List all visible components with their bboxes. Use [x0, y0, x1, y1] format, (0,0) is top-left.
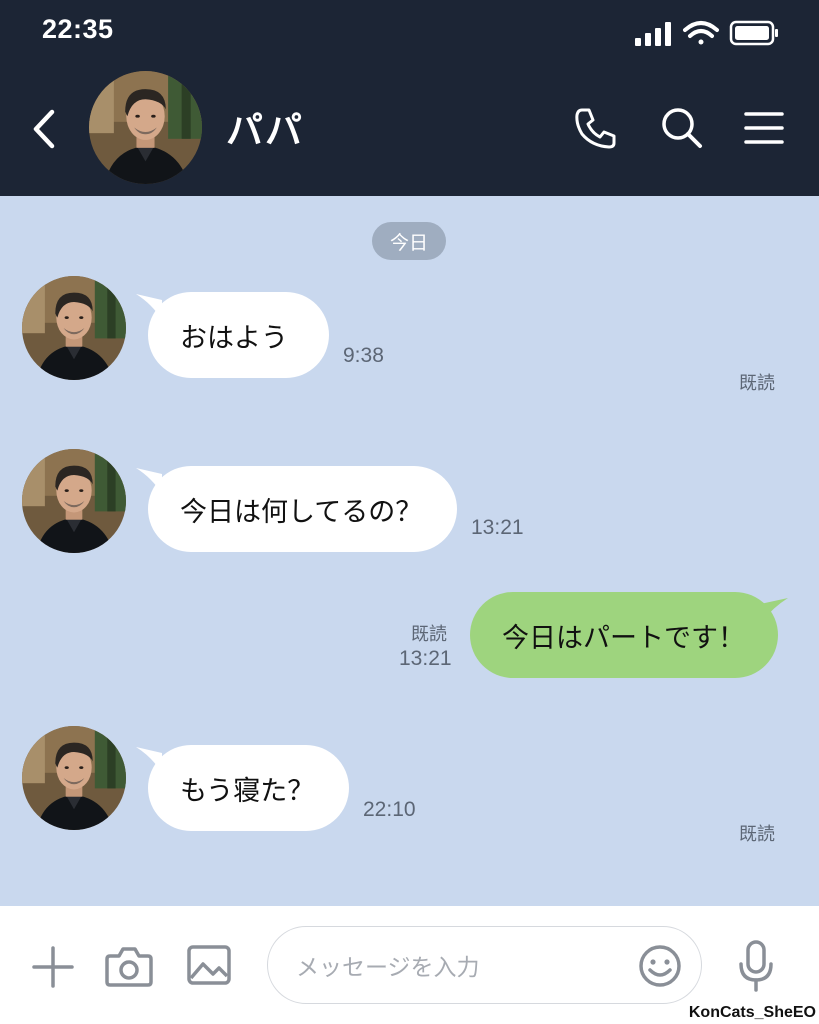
bubble-tail	[760, 598, 788, 624]
mic-icon[interactable]	[736, 938, 776, 994]
message-time: 13:21	[471, 516, 524, 539]
image-icon[interactable]	[186, 942, 232, 988]
message-time: 22:10	[363, 798, 416, 821]
contact-avatar[interactable]	[89, 71, 202, 184]
read-marker: 既読	[739, 373, 775, 394]
message-bubble[interactable]: おはよう	[148, 292, 329, 378]
phone-icon[interactable]	[572, 104, 620, 152]
message-bubble-outgoing[interactable]: 今日はパートです！	[470, 592, 778, 678]
signal-icon	[635, 22, 671, 46]
date-chip: 今日	[372, 222, 446, 260]
chat-area[interactable]: 今日 おはよう 9:38 既読 今日は何してるの？ 13:21 既読 13:21…	[0, 196, 819, 906]
sender-avatar[interactable]	[22, 449, 126, 553]
contact-name: パパ	[226, 109, 304, 152]
read-marker: 既読	[411, 624, 447, 645]
message-bubble[interactable]: もう寝た？	[148, 745, 349, 831]
camera-icon[interactable]	[104, 942, 154, 990]
status-icons	[635, 20, 778, 46]
status-time: 22:35	[42, 14, 114, 44]
chat-header: 22:35 パパ	[0, 0, 819, 196]
search-icon[interactable]	[658, 104, 706, 152]
plus-icon[interactable]	[30, 944, 76, 990]
emoji-icon[interactable]	[637, 943, 683, 989]
battery-icon	[729, 20, 778, 46]
sender-avatar[interactable]	[22, 726, 126, 830]
read-marker: 既読	[739, 824, 775, 845]
wifi-icon	[683, 21, 719, 45]
message-bubble[interactable]: 今日は何してるの？	[148, 466, 457, 552]
message-time: 9:38	[343, 344, 384, 367]
menu-icon[interactable]	[740, 104, 788, 152]
back-chevron-icon[interactable]	[26, 104, 62, 154]
message-time: 13:21	[399, 647, 452, 670]
watermark: KonCats_SheEO	[688, 1004, 816, 1021]
sender-avatar[interactable]	[22, 276, 126, 380]
